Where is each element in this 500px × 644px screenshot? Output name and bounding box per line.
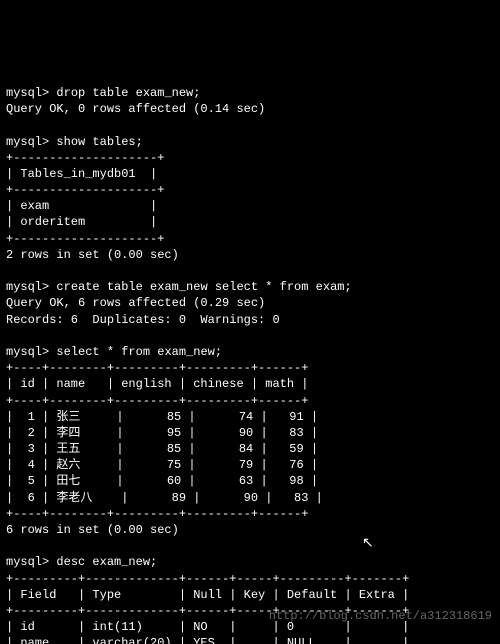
- table-row: | exam |: [6, 199, 157, 213]
- cmd-desc: desc exam_new;: [56, 555, 157, 569]
- cmd-drop: drop table exam_new;: [56, 86, 200, 100]
- showtables-border: +--------------------+: [6, 151, 164, 165]
- prompt: mysql>: [6, 280, 49, 294]
- select-border: +----+--------+---------+---------+-----…: [6, 361, 308, 375]
- result-create-2: Records: 6 Duplicates: 0 Warnings: 0: [6, 313, 280, 327]
- result-drop: Query OK, 0 rows affected (0.14 sec): [6, 102, 265, 116]
- result-create-1: Query OK, 6 rows affected (0.29 sec): [6, 296, 265, 310]
- prompt: mysql>: [6, 135, 49, 149]
- select-header: | id | name | english | chinese | math |: [6, 377, 308, 391]
- cmd-create: create table exam_new select * from exam…: [56, 280, 351, 294]
- watermark: http://blog.csdn.net/a312318619: [269, 608, 492, 624]
- select-footer: 6 rows in set (0.00 sec): [6, 523, 179, 537]
- prompt: mysql>: [6, 86, 49, 100]
- table-row: | orderitem |: [6, 215, 157, 229]
- select-border: +----+--------+---------+---------+-----…: [6, 394, 308, 408]
- cmd-show-tables: show tables;: [56, 135, 142, 149]
- desc-header: | Field | Type | Null | Key | Default | …: [6, 588, 409, 602]
- terminal[interactable]: mysql> drop table exam_new; Query OK, 0 …: [0, 81, 500, 644]
- showtables-border: +--------------------+: [6, 232, 164, 246]
- cmd-select: select * from exam_new;: [56, 345, 222, 359]
- select-border: +----+--------+---------+---------+-----…: [6, 507, 308, 521]
- prompt: mysql>: [6, 555, 49, 569]
- prompt: mysql>: [6, 345, 49, 359]
- desc-border: +---------+-------------+------+-----+--…: [6, 572, 409, 586]
- showtables-header: | Tables_in_mydb01 |: [6, 167, 157, 181]
- select-rows: | 1 | 张三 | 85 | 74 | 91 | | 2 | 李四 | 95 …: [6, 410, 323, 505]
- showtables-footer: 2 rows in set (0.00 sec): [6, 248, 179, 262]
- showtables-border: +--------------------+: [6, 183, 164, 197]
